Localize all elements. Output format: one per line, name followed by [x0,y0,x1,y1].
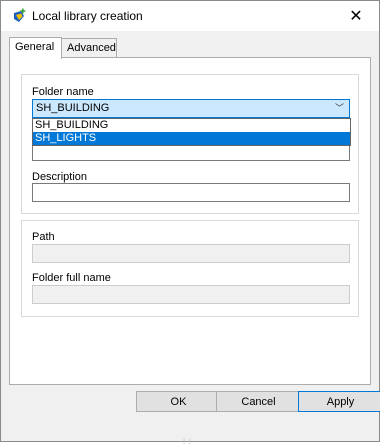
dropdown-option-selected[interactable]: SH_LIGHTS [33,132,350,145]
folder-name-dropdown-list: SH_BUILDING SH_LIGHTS [32,118,351,146]
path-field [32,244,350,263]
folder-name-value: SH_BUILDING [36,102,110,114]
description-label: Description [32,171,88,183]
ok-button[interactable]: OK [136,391,221,412]
cancel-button[interactable]: Cancel [216,391,301,412]
tab-advanced[interactable]: Advanced [61,38,117,58]
dropdown-option[interactable]: SH_BUILDING [33,119,350,132]
description-input[interactable] [32,183,350,202]
folder-full-name-field [32,285,350,304]
folder-full-name-label: Folder full name [32,272,111,284]
tab-general[interactable]: General [9,37,62,59]
general-tab-panel: Folder name SH_BUILDING ﹀ SH_BUILDING SH… [9,57,371,385]
apply-button[interactable]: Apply [298,391,380,412]
path-label: Path [32,231,55,243]
chevron-down-icon: ﹀ [334,103,344,113]
folder-name-combo[interactable]: SH_BUILDING ﹀ [32,99,350,118]
close-button[interactable]: ✕ [333,1,379,31]
dialog-window: Local library creation ✕ General Advance… [0,0,380,445]
folder-group: Folder name SH_BUILDING ﹀ SH_BUILDING SH… [21,74,359,214]
close-icon: ✕ [349,8,363,25]
folder-name-label: Folder name [32,86,94,98]
library-plus-icon [14,8,26,22]
window-title: Local library creation [32,9,143,23]
resize-grip-icon[interactable]: ⋮⋮ [181,438,193,445]
title-bar: Local library creation ✕ [1,1,379,31]
path-group: Path Folder full name [21,220,359,317]
